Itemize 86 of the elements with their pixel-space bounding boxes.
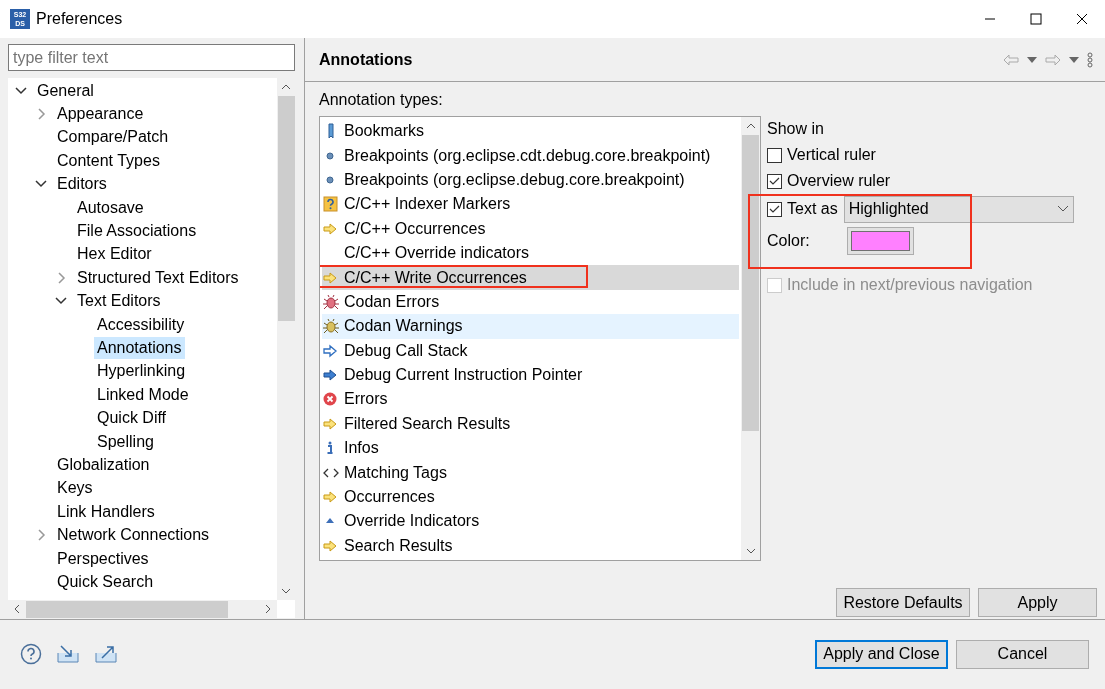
checkbox[interactable] [767, 201, 782, 217]
vertical-scrollbar[interactable] [741, 117, 760, 560]
tree-item[interactable]: Linked Mode [94, 383, 192, 406]
checkbox-label[interactable]: Text as [787, 197, 838, 221]
tree-item[interactable]: Autosave [74, 196, 147, 219]
import-icon[interactable] [56, 644, 80, 664]
dropdown-icon[interactable] [1069, 56, 1079, 63]
tree-item[interactable]: Structured Text Editors [74, 266, 242, 289]
tree-item[interactable]: Hex Editor [74, 243, 155, 266]
tree-item[interactable]: Spelling [94, 430, 157, 453]
arrow-icon [323, 223, 337, 235]
list-item[interactable]: C/C++ Write Occurrences [322, 265, 739, 290]
list-item[interactable]: Debug Call Stack [322, 338, 739, 363]
list-item[interactable]: Bookmarks [322, 119, 739, 144]
cancel-button[interactable]: Cancel [956, 639, 1089, 669]
tree-item[interactable]: Accessibility [94, 313, 188, 336]
list-item[interactable]: C/C++ Occurrences [322, 216, 739, 241]
list-item[interactable]: Breakpoints (org.eclipse.debug.core.breakpoint) [322, 167, 739, 193]
caret-icon [326, 518, 334, 524]
arrow-icon [323, 272, 337, 284]
tree-item[interactable]: Quick Diff [94, 407, 170, 430]
tree-item[interactable]: Quick Search [54, 570, 157, 593]
tree-item[interactable]: Annotations [94, 337, 185, 359]
tree-item[interactable]: Text Editors [74, 290, 164, 313]
tree-item[interactable]: Hyperlinking [94, 360, 189, 383]
info-icon [326, 441, 334, 455]
tree-item[interactable]: Editors [54, 173, 110, 196]
page-title: Annotations [319, 49, 413, 70]
list-item[interactable]: Infos [322, 436, 739, 461]
tree-item[interactable]: Link Handlers [54, 500, 158, 523]
checkbox-label[interactable]: Overview ruler [787, 169, 891, 193]
checkbox[interactable] [767, 147, 782, 163]
list-label: Annotation types: [319, 90, 443, 110]
tree-item[interactable]: Appearance [54, 103, 147, 126]
tree-item[interactable]: Perspectives [54, 547, 152, 570]
list-item[interactable]: Debug Current Instruction Pointer [322, 362, 739, 388]
tree-item[interactable]: Content Types [54, 149, 163, 172]
list-item[interactable]: C/C++ Indexer Markers [322, 192, 739, 217]
tree-item[interactable]: Globalization [54, 453, 153, 476]
close-icon[interactable] [1076, 13, 1088, 25]
help-icon[interactable] [20, 643, 42, 665]
list-item[interactable]: Errors [322, 387, 739, 412]
dot-icon [326, 152, 334, 160]
dropdown[interactable]: Highlighted [843, 195, 1074, 223]
arrow-icon [323, 369, 337, 381]
horizontal-scrollbar[interactable] [8, 600, 277, 618]
window-title: Preferences [36, 9, 123, 29]
error-icon [323, 393, 337, 406]
tree-item[interactable]: Keys [54, 477, 96, 500]
tags-icon [323, 468, 339, 478]
tree-item[interactable]: File Associations [74, 220, 200, 243]
arrow-icon [323, 491, 337, 503]
bug-icon [322, 294, 340, 310]
menu-icon[interactable] [1087, 51, 1093, 68]
apply-and-close-button[interactable]: Apply and Close [815, 639, 948, 669]
chevron-icon [1056, 205, 1069, 213]
list-item[interactable]: Occurrences [322, 484, 739, 510]
tree-item[interactable]: General [34, 79, 97, 102]
arrow-icon [323, 344, 337, 358]
checkbox[interactable] [767, 173, 782, 189]
list-item[interactable]: Filtered Search Results [322, 411, 739, 437]
list-item[interactable]: Codan Warnings [322, 314, 739, 339]
field-label: Color: [767, 231, 810, 251]
bookmark-icon [328, 123, 334, 139]
export-icon[interactable] [94, 644, 118, 664]
restore-defaults-button[interactable]: Restore Defaults [836, 588, 970, 617]
list-item[interactable]: Override Indicators [322, 509, 739, 534]
bug-icon [322, 318, 340, 334]
list-item[interactable]: Search Results [322, 533, 739, 559]
section-label: Show in [767, 119, 824, 139]
tree-item[interactable]: Network Connections [54, 524, 213, 547]
question-icon [323, 196, 338, 212]
checkbox-label[interactable]: Vertical ruler [787, 143, 876, 167]
list-item[interactable]: Breakpoints (org.eclipse.cdt.debug.core.breakpoint) [322, 143, 739, 168]
dropdown-icon[interactable] [1027, 56, 1037, 63]
list-item[interactable]: C/C++ Override indicators [322, 240, 739, 266]
apply-button[interactable]: Apply [978, 588, 1097, 617]
list-item[interactable]: Matching Tags [322, 460, 739, 485]
list-item[interactable]: Codan Errors [322, 289, 739, 315]
arrow-icon [323, 540, 337, 552]
color-button[interactable] [846, 227, 914, 255]
filter-field[interactable]: type filter text [8, 44, 295, 71]
arrow-icon [323, 418, 337, 430]
maximize-icon[interactable] [1030, 13, 1042, 25]
dot-icon [326, 176, 334, 184]
tree-item[interactable]: Compare/Patch [54, 126, 172, 149]
